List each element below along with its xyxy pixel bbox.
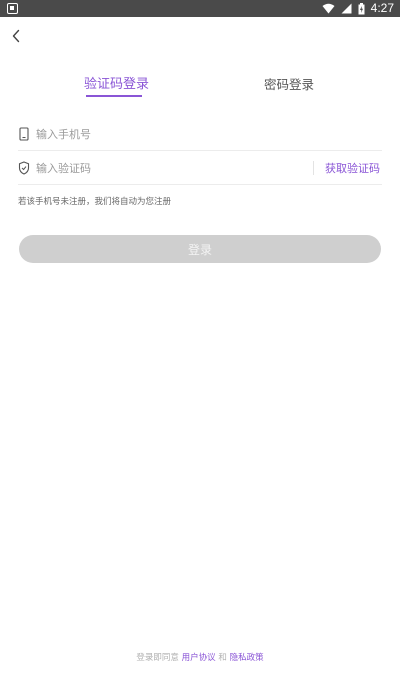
back-button[interactable] [6,26,26,46]
status-time: 4:27 [370,1,394,15]
login-tabs: 验证码登录 密码登录 [0,76,400,100]
agreement-notice: 登录即同意 用户协议 和 隐私政策 [0,651,400,663]
active-tab-indicator [86,95,142,97]
tab-password-login[interactable]: 密码登录 [264,76,314,100]
code-divider [313,161,314,175]
agreement-prefix: 登录即同意 [136,653,179,663]
cell-signal-icon [341,3,352,14]
phone-icon [19,127,29,141]
status-bar: 4:27 [0,0,400,17]
auto-register-hint: 若该手机号未注册，我们将自动为您注册 [18,197,172,207]
code-input[interactable] [36,158,306,178]
code-field: 获取验证码 [18,151,382,185]
app-notification-icon [7,3,18,14]
shield-icon [18,161,30,175]
wifi-icon [322,3,335,14]
get-code-button[interactable]: 获取验证码 [325,160,380,176]
chevron-left-icon [12,29,20,43]
privacy-policy-link[interactable]: 隐私政策 [230,653,264,663]
agreement-and: 和 [218,653,227,663]
login-button[interactable]: 登录 [19,235,381,263]
status-icons: 4:27 [322,0,394,17]
battery-icon [358,2,365,14]
user-agreement-link[interactable]: 用户协议 [182,653,216,663]
phone-field [18,117,382,151]
phone-input[interactable] [36,124,306,144]
